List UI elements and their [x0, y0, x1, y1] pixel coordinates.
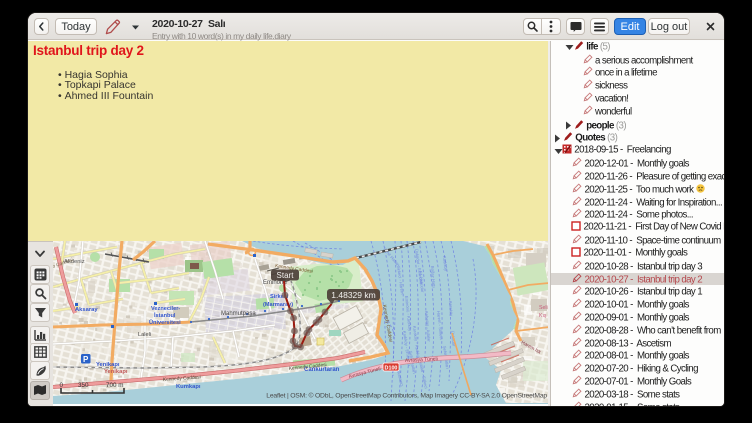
svg-text:Yenikapı: Yenikapı	[96, 362, 120, 368]
svg-text:700 m: 700 m	[106, 382, 124, 389]
svg-text:İstanbul: İstanbul	[154, 312, 176, 319]
svg-text:Vezneciler-: Vezneciler-	[151, 306, 180, 312]
svg-text:Kumkapı: Kumkapı	[176, 384, 201, 390]
svg-text:D100: D100	[384, 365, 397, 371]
svg-text:Start: Start	[276, 271, 294, 280]
svg-text:Laleli: Laleli	[138, 332, 151, 338]
svg-text:Üniversitesi: Üniversitesi	[149, 319, 181, 326]
svg-text:P: P	[83, 355, 89, 364]
svg-text:Leaflet | OSM: © ODbL, OpenStr: Leaflet | OSM: © ODbL, OpenStreetMap Con…	[266, 392, 547, 400]
svg-text:Yenikapı: Yenikapı	[104, 369, 128, 375]
svg-text:Mahmutpaşa: Mahmutpaşa	[221, 311, 256, 317]
svg-text:0: 0	[59, 382, 63, 389]
svg-text:1.48329 km: 1.48329 km	[331, 290, 375, 300]
svg-text:350: 350	[78, 382, 89, 389]
svg-text:Seli: Seli	[539, 305, 548, 311]
svg-text:Aksaray: Aksaray	[75, 307, 98, 313]
svg-text:Kış: Kış	[539, 313, 547, 319]
